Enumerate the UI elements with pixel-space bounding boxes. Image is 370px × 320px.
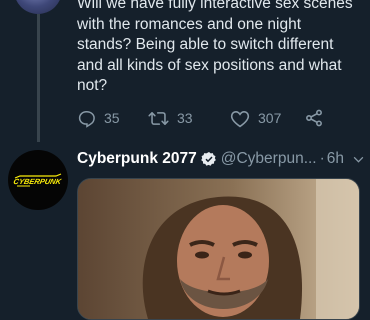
time-separator: · xyxy=(319,150,325,167)
reply-count: 35 xyxy=(104,110,120,126)
reply-button[interactable]: 35 xyxy=(77,107,120,129)
previous-tweet-actions: 35 33 307 xyxy=(77,107,367,129)
like-button[interactable]: 307 xyxy=(230,107,281,129)
cyberpunk-logo: CYBERPUNK xyxy=(13,173,63,187)
retweet-button[interactable]: 33 xyxy=(148,107,193,129)
reply-tweet-header: Cyberpunk 2077 @Cyberpun... · 6h xyxy=(77,149,367,169)
share-button[interactable] xyxy=(304,107,324,129)
share-icon xyxy=(304,108,324,128)
retweet-count: 33 xyxy=(177,110,193,126)
reply-icon xyxy=(77,109,96,128)
author-handle[interactable]: @Cyberpun... xyxy=(221,150,317,168)
chevron-down-icon[interactable] xyxy=(352,153,365,166)
heart-icon xyxy=(230,109,250,128)
svg-text:CYBERPUNK: CYBERPUNK xyxy=(13,177,63,186)
thread-connector-line xyxy=(37,14,40,142)
cyberpunk-avatar[interactable]: CYBERPUNK xyxy=(8,150,68,210)
tweet-timestamp[interactable]: 6h xyxy=(327,150,344,168)
author-name[interactable]: Cyberpunk 2077 xyxy=(77,150,197,168)
tweet-media-image[interactable] xyxy=(77,178,360,320)
verified-badge-icon xyxy=(200,151,217,167)
previous-tweet-text: Will we have fully interactive sex scene… xyxy=(77,0,353,94)
retweet-icon xyxy=(148,109,169,128)
previous-author-avatar[interactable] xyxy=(14,0,62,14)
like-count: 307 xyxy=(258,110,282,126)
